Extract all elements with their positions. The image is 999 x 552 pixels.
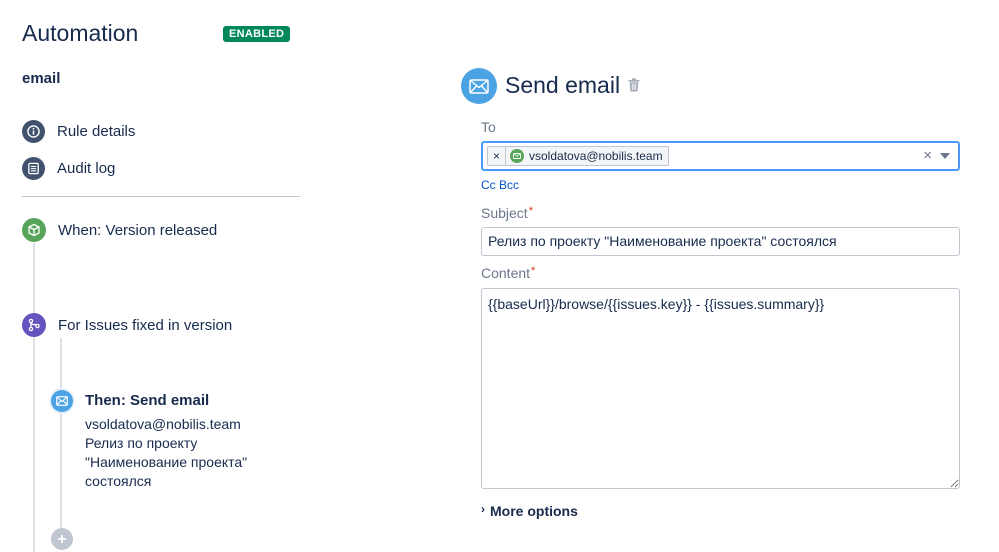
action-detail-line: vsoldatova@nobilis.team: [85, 416, 241, 432]
trigger-label: When: Version released: [58, 221, 218, 239]
subject-label: Subject*: [481, 205, 533, 221]
branch-connector-line: [60, 338, 62, 534]
content-label: Content*: [481, 265, 536, 281]
more-options-toggle[interactable]: › More options: [481, 502, 578, 519]
action-detail-line: Релиз по проекту: [85, 435, 198, 451]
to-label: To: [481, 119, 496, 135]
email-icon: [51, 390, 73, 412]
action-title[interactable]: Then: Send email: [85, 392, 209, 409]
action-step-icon-wrap[interactable]: [49, 388, 75, 414]
panel-title: Send email: [505, 72, 621, 98]
nav-item-rule-details[interactable]: Rule details: [22, 119, 135, 143]
action-detail-line: состоялся: [85, 473, 152, 489]
branch-icon: [22, 313, 46, 337]
list-icon: [22, 156, 45, 180]
content-textarea[interactable]: {{baseUrl}}/browse/{{issues.key}} - {{is…: [481, 288, 960, 489]
page-title: Automation: [22, 20, 139, 46]
plus-icon: [58, 535, 66, 543]
branch-step[interactable]: For Issues fixed in version: [22, 313, 232, 337]
recipient-email: vsoldatova@nobilis.team: [529, 149, 663, 163]
more-options-label: More options: [490, 503, 578, 519]
add-step-button[interactable]: [51, 528, 73, 550]
action-detail-line: "Наименование проекта": [85, 454, 248, 470]
required-marker: *: [528, 205, 533, 217]
nav-item-label: Audit log: [57, 159, 116, 177]
chevron-down-icon[interactable]: [940, 153, 950, 159]
nav-item-audit-log[interactable]: Audit log: [22, 156, 115, 180]
remove-recipient-button[interactable]: ×: [488, 147, 506, 165]
email-icon: [461, 68, 497, 104]
flow-connector-line: [33, 243, 35, 552]
nav-item-label: Rule details: [57, 122, 136, 140]
status-badge: ENABLED: [223, 26, 291, 42]
trash-icon: [628, 78, 640, 92]
clear-recipients-button[interactable]: ×: [923, 147, 932, 164]
to-recipients-input[interactable]: × vsoldatova@nobilis.team ×: [481, 141, 960, 171]
info-icon: [22, 119, 45, 143]
branch-label: For Issues fixed in version: [58, 316, 233, 334]
cc-bcc-link[interactable]: Cc Bcc: [481, 178, 519, 192]
subject-input[interactable]: Релиз по проекту "Наименование проекта" …: [481, 227, 960, 256]
delete-button[interactable]: [628, 78, 642, 94]
required-marker: *: [531, 265, 536, 277]
user-avatar-icon: [510, 149, 524, 163]
rule-name: email: [22, 70, 61, 87]
recipient-chip[interactable]: × vsoldatova@nobilis.team: [487, 146, 669, 166]
chevron-right-icon: ›: [481, 502, 485, 516]
divider: [22, 196, 300, 197]
trigger-step[interactable]: When: Version released: [22, 218, 217, 242]
cube-icon: [22, 218, 46, 242]
